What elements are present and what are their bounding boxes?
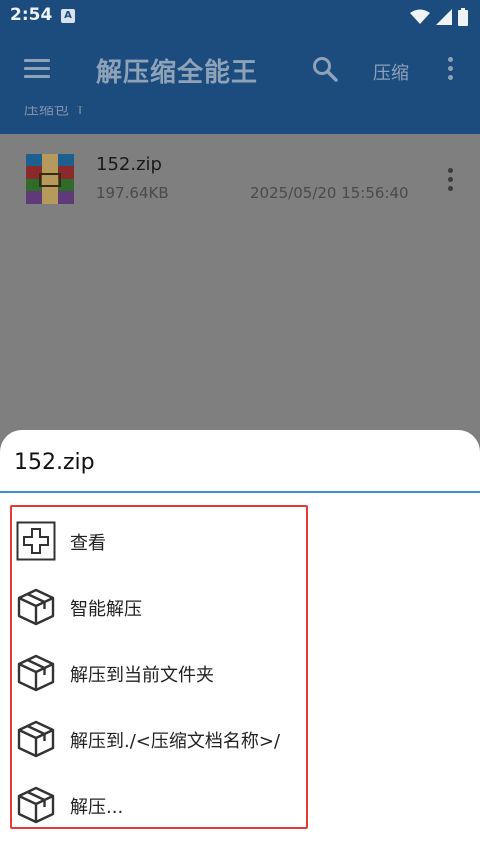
wifi-icon [410,9,430,24]
archive-icon [26,154,74,204]
battery-icon [458,8,468,26]
file-row[interactable]: 152.zip 197.64KB 2025/05/20 15:56:40 [0,146,480,214]
package-icon [17,720,55,758]
sheet-divider [0,491,480,493]
file-list: 152.zip 197.64KB 2025/05/20 15:56:40 [0,134,480,454]
view-plus-icon [16,521,56,561]
package-icon [17,786,55,824]
menu-item-label: 解压到当前文件夹 [70,665,214,686]
row-more-icon[interactable] [446,168,454,194]
menu-item-smart-extract[interactable]: 智能解压 [16,582,306,632]
menu-item-label: 智能解压 [70,599,142,620]
search-icon[interactable] [312,56,338,82]
menu-icon[interactable] [24,59,50,79]
menu-item-extract-here[interactable]: 解压到当前文件夹 [16,648,306,698]
package-icon [17,588,55,626]
status-bar: 2:54 A [0,0,480,32]
menu-item-label: 解压... [70,797,124,818]
compress-button[interactable]: 压缩 [373,59,409,85]
file-date: 2025/05/20 15:56:40 [250,184,409,202]
status-icons [410,8,468,26]
package-icon [17,654,55,692]
breadcrumb-bar: 压缩包 ↑ [0,106,480,134]
action-menu: 查看 智能解压 解压到当前文件夹 解压到./<压缩文档名称>/ 解压... [10,505,308,829]
app-bar: 解压缩全能王 压缩 [0,32,480,106]
menu-item-extract-custom[interactable]: 解压... [16,780,306,830]
menu-item-extract-to-folder[interactable]: 解压到./<压缩文档名称>/ [16,714,306,764]
menu-item-view[interactable]: 查看 [16,516,306,566]
app-title: 解压缩全能王 [96,58,259,88]
status-time: 2:54 [10,5,53,25]
breadcrumb[interactable]: 压缩包 ↑ [24,106,86,119]
bottom-sheet: 152.zip 查看 智能解压 解压到当前文件夹 解压到./<压缩文档名称>/ … [0,430,480,854]
sheet-title: 152.zip [14,450,95,475]
file-name: 152.zip [96,154,162,175]
menu-item-label: 查看 [70,533,106,554]
overflow-menu-icon[interactable] [446,57,454,83]
notification-a-icon: A [61,9,75,23]
signal-icon [436,9,452,25]
menu-item-label: 解压到./<压缩文档名称>/ [70,731,281,752]
file-size: 197.64KB [96,184,169,202]
